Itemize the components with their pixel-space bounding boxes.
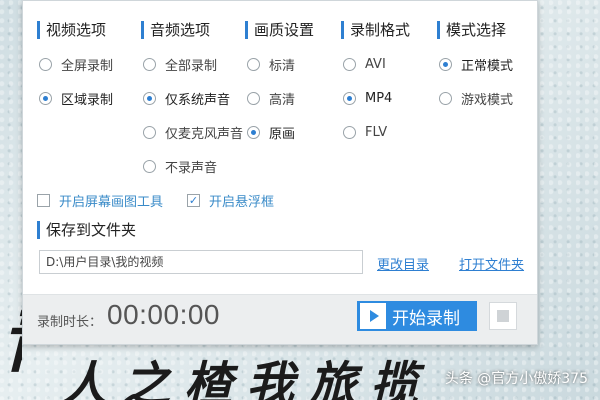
option-label: AVI [365, 56, 386, 72]
quality-settings-option[interactable]: 标清 [247, 55, 296, 74]
quality-settings-option[interactable]: 高清 [247, 89, 296, 108]
option-label: 游戏模式 [461, 92, 514, 108]
watermark: 头条 @官方小傲娇375 [444, 371, 588, 387]
video-options-option[interactable]: 区域录制 [39, 89, 114, 108]
radio-button[interactable] [439, 91, 452, 105]
audio-options-option[interactable]: 全部录制 [143, 55, 218, 74]
audio-options-option[interactable]: 不录声音 [143, 157, 218, 176]
option-label: 全屏录制 [61, 58, 114, 74]
stop-icon [497, 310, 509, 322]
radio-button[interactable] [343, 57, 356, 71]
stop-button[interactable] [489, 302, 517, 330]
option-label: 高清 [269, 92, 296, 108]
audio-options-option[interactable]: 仅系统声音 [143, 89, 231, 108]
mode-select-heading: 模式选择 [437, 21, 506, 39]
radio-button[interactable] [343, 91, 356, 105]
record-format-option[interactable]: MP4 [343, 89, 392, 107]
radio-button[interactable] [439, 57, 452, 71]
radio-button[interactable] [143, 91, 156, 105]
radio-button[interactable] [247, 125, 260, 139]
brush-stroke-left: 青 [0, 285, 22, 380]
float-box-label[interactable]: 开启悬浮框 [209, 191, 274, 210]
video-options-heading: 视频选项 [37, 21, 106, 39]
video-options-option[interactable]: 全屏录制 [39, 55, 114, 74]
screen-draw-checkbox[interactable] [37, 193, 50, 207]
radio-button[interactable] [39, 91, 52, 105]
audio-options-option[interactable]: 仅麦克风声音 [143, 123, 244, 142]
option-label: 仅系统声音 [165, 92, 231, 108]
radio-button[interactable] [143, 57, 156, 71]
radio-button[interactable] [247, 91, 260, 105]
audio-options-heading: 音频选项 [141, 21, 210, 39]
screen-draw-label[interactable]: 开启屏幕画图工具 [59, 191, 163, 210]
option-label: MP4 [365, 90, 393, 106]
change-directory-link[interactable]: 更改目录 [377, 254, 429, 273]
record-format-option[interactable]: FLV [343, 123, 387, 141]
radio-button[interactable] [143, 159, 156, 173]
duration-label: 录制时长： [37, 315, 103, 330]
option-label: 不录声音 [165, 160, 218, 176]
option-label: 正常模式 [461, 58, 514, 74]
footer-bar: 录制时长： 00:00:00 开始录制 [23, 294, 537, 344]
start-record-button[interactable]: 开始录制 [357, 301, 477, 331]
mode-select-option[interactable]: 正常模式 [439, 55, 514, 74]
option-label: 原画 [269, 126, 296, 142]
duration-value: 00:00:00 [107, 299, 220, 330]
option-label: 标清 [269, 58, 296, 74]
float-box-toggle[interactable]: ✓ 开启悬浮框 [187, 191, 274, 210]
record-format-heading: 录制格式 [341, 21, 410, 39]
play-icon [360, 303, 386, 329]
option-label: FLV [365, 124, 388, 140]
radio-button[interactable] [143, 125, 156, 139]
quality-settings-heading: 画质设置 [245, 21, 314, 39]
option-label: 全部录制 [165, 58, 218, 74]
mode-select-option[interactable]: 游戏模式 [439, 89, 514, 108]
quality-settings-option[interactable]: 原画 [247, 123, 296, 142]
option-label: 区域录制 [61, 92, 114, 108]
radio-button[interactable] [247, 57, 260, 71]
option-label: 仅麦克风声音 [165, 126, 244, 142]
save-folder-heading: 保存到文件夹 [37, 221, 136, 239]
screen-draw-toggle[interactable]: 开启屏幕画图工具 [37, 191, 163, 210]
save-path-field[interactable]: D:\用户目录\我的视频 [39, 250, 363, 274]
start-record-label: 开始录制 [392, 308, 460, 329]
float-box-checkbox[interactable]: ✓ [187, 193, 200, 207]
radio-button[interactable] [39, 57, 52, 71]
radio-button[interactable] [343, 125, 356, 139]
record-format-option[interactable]: AVI [343, 55, 386, 73]
open-folder-link[interactable]: 打开文件夹 [459, 254, 524, 273]
recorder-panel: 视频选项全屏录制区域录制 音频选项全部录制仅系统声音仅麦克风声音 不录声音 画质设置标… [22, 0, 538, 345]
